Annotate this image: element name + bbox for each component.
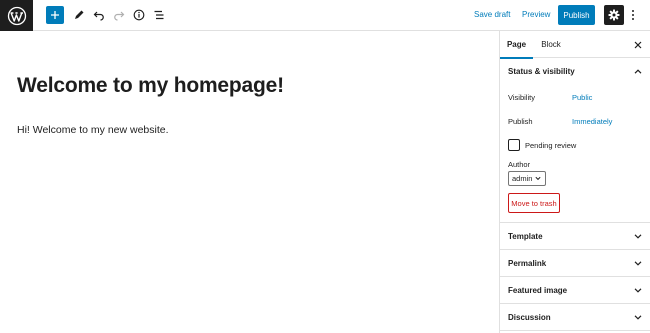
chevron-down-icon — [634, 259, 642, 267]
author-select-value: admin — [512, 174, 533, 183]
panel-template[interactable]: Template — [500, 223, 650, 249]
chevron-down-icon — [535, 176, 541, 181]
settings-sidebar: Page Block Status & visibility Visibilit… — [499, 31, 650, 333]
panel-featured-image-title: Featured image — [508, 286, 568, 295]
chevron-down-icon — [634, 232, 642, 240]
pending-review-label[interactable]: Pending review — [525, 141, 576, 150]
add-block-button[interactable] — [46, 6, 64, 24]
wordpress-logo-icon[interactable] — [0, 0, 33, 31]
visibility-label: Visibility — [508, 93, 535, 102]
close-sidebar-button[interactable] — [632, 39, 644, 51]
paragraph-block[interactable]: Hi! Welcome to my new website. — [17, 124, 169, 136]
save-draft-button[interactable]: Save draft — [474, 10, 510, 19]
author-label: Author — [508, 160, 531, 169]
more-vertical-icon — [632, 10, 634, 20]
details-button[interactable] — [129, 5, 149, 25]
author-select[interactable]: admin — [508, 171, 546, 186]
chevron-down-icon — [634, 313, 642, 321]
chevron-up-icon — [634, 67, 642, 75]
tab-block[interactable]: Block — [536, 31, 566, 58]
chevron-down-icon — [634, 286, 642, 294]
redo-button[interactable] — [109, 5, 129, 25]
pencil-icon — [75, 10, 84, 19]
publish-date-value[interactable]: Immediately — [572, 117, 612, 126]
panel-template-title: Template — [508, 232, 543, 241]
undo-icon — [93, 11, 104, 21]
plus-icon — [51, 11, 59, 19]
sidebar-tabs: Page Block — [500, 31, 650, 59]
gear-icon — [608, 9, 620, 21]
more-options-button[interactable] — [628, 6, 638, 24]
panel-discussion-title: Discussion — [508, 313, 551, 322]
editor-toolbar: Save draft Preview Publish — [0, 0, 650, 31]
publish-label: Publish — [508, 117, 533, 126]
settings-button[interactable] — [604, 5, 624, 25]
list-view-icon — [154, 10, 164, 20]
visibility-value[interactable]: Public — [572, 93, 592, 102]
panel-permalink[interactable]: Permalink — [500, 250, 650, 276]
divider — [500, 330, 650, 331]
undo-button[interactable] — [89, 5, 109, 25]
tools-button[interactable] — [69, 5, 89, 25]
panel-discussion[interactable]: Discussion — [500, 304, 650, 330]
list-view-button[interactable] — [149, 5, 169, 25]
move-to-trash-button[interactable]: Move to trash — [508, 193, 560, 213]
publish-button[interactable]: Publish — [558, 5, 595, 25]
post-title[interactable]: Welcome to my homepage! — [17, 74, 284, 98]
info-icon — [133, 9, 145, 21]
panel-permalink-title: Permalink — [508, 259, 547, 268]
pending-review-checkbox[interactable] — [508, 139, 520, 151]
tab-page[interactable]: Page — [500, 31, 533, 59]
redo-icon — [114, 11, 125, 21]
editor-canvas: Welcome to my homepage! Hi! Welcome to m… — [0, 31, 499, 333]
preview-button[interactable]: Preview — [522, 10, 550, 19]
panel-featured-image[interactable]: Featured image — [500, 277, 650, 303]
close-icon — [634, 41, 642, 49]
status-visibility-toggle[interactable]: Status & visibility — [500, 58, 650, 84]
status-visibility-title: Status & visibility — [508, 67, 575, 76]
